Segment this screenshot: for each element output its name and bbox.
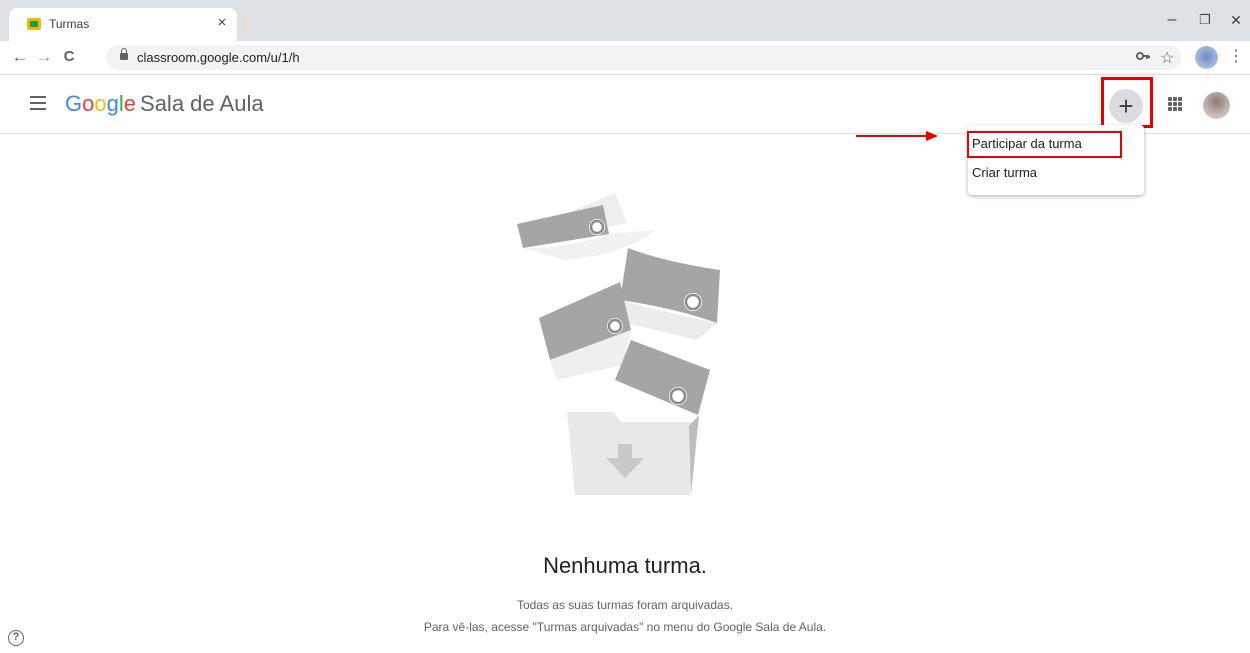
highlight-box-join — [967, 131, 1122, 158]
highlight-box-plus — [1101, 77, 1153, 128]
classroom-favicon-icon — [27, 18, 41, 30]
key-icon[interactable] — [1136, 49, 1150, 66]
address-bar[interactable]: classroom.google.com/u/1/h ☆ — [106, 45, 1181, 70]
logo-letter: o — [82, 91, 95, 116]
tab-close-icon[interactable]: × — [213, 14, 231, 32]
logo-letter: g — [106, 91, 119, 116]
app-name: Sala de Aula — [140, 91, 264, 116]
class-card-icon — [539, 282, 631, 380]
menu-item-create-class[interactable]: Criar turma — [968, 159, 1144, 187]
class-card-icon — [615, 340, 710, 415]
tab-title: Turmas — [49, 17, 90, 31]
profile-icon[interactable] — [1195, 46, 1218, 69]
restore-button[interactable]: ❐ — [1191, 8, 1219, 32]
star-icon[interactable]: ☆ — [1160, 48, 1174, 68]
google-wordmark: Google — [65, 91, 136, 116]
archive-folder-icon — [567, 412, 699, 495]
logo-letter: e — [123, 91, 137, 116]
browser-tab[interactable]: Turmas × — [9, 8, 237, 41]
lock-icon[interactable] — [120, 48, 128, 60]
forward-button[interactable]: → — [32, 45, 56, 69]
avatar[interactable] — [1203, 92, 1230, 119]
hamburger-icon[interactable] — [30, 96, 46, 110]
help-icon[interactable]: ? — [8, 630, 24, 646]
logo-letter: G — [65, 91, 83, 116]
empty-state-hint: Para vê-las, acesse "Turmas arquivadas" … — [423, 620, 827, 634]
class-card-icon — [615, 248, 720, 340]
browser-tab-strip: Turmas × – ❐ ✕ — [0, 0, 1250, 41]
empty-state-message: Todas as suas turmas foram arquivadas. — [516, 598, 734, 612]
empty-state-title: Nenhuma turma. — [543, 553, 707, 578]
tab-separator — [244, 14, 245, 32]
browser-toolbar: ← → C classroom.google.com/u/1/h ☆ ⋮ — [0, 41, 1250, 75]
minimize-button[interactable]: – — [1158, 8, 1186, 32]
apps-grid-icon[interactable] — [1168, 97, 1182, 111]
logo-letter: o — [94, 91, 107, 116]
kebab-menu-icon[interactable]: ⋮ — [1228, 46, 1244, 68]
url-text[interactable]: classroom.google.com/u/1/h — [137, 50, 300, 65]
annotation-arrow-icon — [856, 131, 938, 141]
back-button[interactable]: ← — [8, 45, 32, 69]
class-card-icon — [517, 193, 655, 260]
empty-classes-illustration — [517, 193, 720, 495]
app-logo[interactable]: Google Sala de Aula — [65, 91, 264, 117]
close-window-button[interactable]: ✕ — [1222, 8, 1250, 32]
reload-button[interactable]: C — [57, 45, 81, 69]
